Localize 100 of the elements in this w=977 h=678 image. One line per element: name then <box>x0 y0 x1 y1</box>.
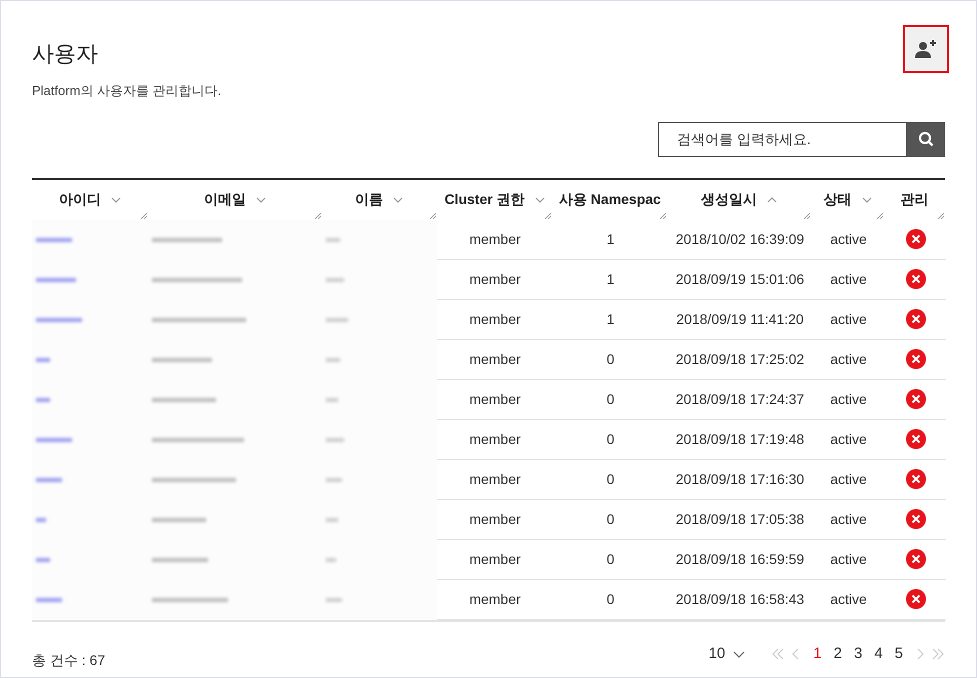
page-number[interactable]: 1 <box>811 642 824 666</box>
resize-handle-icon[interactable] <box>660 212 666 218</box>
namespace-count-cell-text: 1 <box>606 310 614 328</box>
status-cell-text: active <box>830 270 867 288</box>
namespace-count-cell-text: 0 <box>606 430 614 448</box>
page-description: Platform의 사용자를 관리합니다. <box>32 82 222 100</box>
role-cell-text: member <box>469 550 521 568</box>
column-header[interactable]: 생성일시 <box>701 189 758 210</box>
sort-down-icon[interactable] <box>110 196 121 202</box>
page-number[interactable]: 3 <box>852 642 864 666</box>
column-header[interactable]: 이메일 <box>204 189 246 210</box>
created-date-cell-text: 2018/09/19 11:41:20 <box>676 310 804 328</box>
role-cell-text: member <box>469 230 521 248</box>
blurred-id-link[interactable] <box>36 438 72 442</box>
resize-handle-icon[interactable] <box>140 212 147 218</box>
role-cell-text: member <box>469 430 521 448</box>
column-header[interactable]: 관리 <box>900 189 929 210</box>
add-user-icon <box>914 39 938 59</box>
blurred-email <box>152 558 208 562</box>
role-cell-text: member <box>469 390 521 408</box>
created-date-cell-text: 2018/09/18 17:05:38 <box>676 510 804 528</box>
status-cell-text: active <box>830 550 867 568</box>
resize-handle-icon[interactable] <box>938 212 944 218</box>
namespace-count-cell-text: 0 <box>606 590 614 608</box>
search-icon <box>918 131 934 147</box>
resize-handle-icon[interactable] <box>877 212 884 218</box>
namespace-count-cell-text: 1 <box>606 270 614 288</box>
resize-handle-icon[interactable] <box>545 212 552 218</box>
blurred-email <box>152 518 206 522</box>
namespace-count-cell-text: 0 <box>606 390 614 408</box>
namespace-count-cell-text: 0 <box>606 350 614 368</box>
page-size-select[interactable]: 10 <box>708 642 746 666</box>
status-cell-text: active <box>830 510 867 528</box>
chevron-icon <box>931 647 945 661</box>
column-header[interactable]: 상태 <box>824 189 852 210</box>
chevron-icon <box>771 647 786 661</box>
delete-icon[interactable] <box>906 269 926 289</box>
add-user-button[interactable] <box>903 25 949 73</box>
status-cell-text: active <box>830 430 867 448</box>
search-field[interactable]: 검색어를 입력하세요. <box>658 122 907 156</box>
sort-down-icon[interactable] <box>256 196 266 202</box>
blurred-id-link[interactable] <box>36 598 62 602</box>
sort-down-icon[interactable] <box>862 196 872 202</box>
blurred-id-link[interactable] <box>36 278 76 282</box>
resize-handle-icon[interactable] <box>430 212 436 218</box>
column-header[interactable]: 아이디 <box>58 189 101 210</box>
resize-handle-icon[interactable] <box>314 212 321 218</box>
created-date-cell-text: 2018/09/18 16:59:59 <box>676 550 804 568</box>
blurred-id-link[interactable] <box>36 558 50 562</box>
namespace-count-cell-text: 0 <box>606 470 614 488</box>
blurred-id-link[interactable] <box>36 318 82 322</box>
created-date-cell-text: 2018/09/18 17:19:48 <box>676 430 804 448</box>
delete-icon[interactable] <box>906 429 926 449</box>
created-date-cell-text: 2018/09/18 16:58:43 <box>676 590 804 608</box>
page-number[interactable]: 4 <box>872 642 885 666</box>
search-button[interactable] <box>907 122 945 156</box>
namespace-count-cell-text: 0 <box>606 550 614 568</box>
delete-icon[interactable] <box>906 349 926 369</box>
delete-icon[interactable] <box>906 589 926 609</box>
delete-icon[interactable] <box>906 469 926 489</box>
blurred-id-link[interactable] <box>36 478 62 482</box>
column-header[interactable]: Cluster 권한 <box>444 189 525 210</box>
sort-up-icon[interactable] <box>767 196 778 202</box>
role-cell-text: member <box>469 510 521 528</box>
blurred-id-link[interactable] <box>36 358 50 362</box>
column-header[interactable]: 이름 <box>355 189 384 210</box>
namespace-count-cell-text: 1 <box>606 230 614 248</box>
role-cell-text: member <box>469 590 521 608</box>
delete-icon[interactable] <box>906 229 926 249</box>
role-cell-text: member <box>469 270 521 288</box>
created-date-cell-text: 2018/10/02 16:39:09 <box>676 230 804 248</box>
sort-down-icon[interactable] <box>393 196 404 202</box>
delete-icon[interactable] <box>906 549 926 569</box>
role-cell-text: member <box>469 310 521 328</box>
created-date-cell-text: 2018/09/19 15:01:06 <box>676 270 804 288</box>
status-cell-text: active <box>830 390 867 408</box>
page-number[interactable]: 2 <box>832 642 844 666</box>
page-number[interactable]: 5 <box>892 642 905 666</box>
blurred-email <box>152 358 212 362</box>
blurred-id-link[interactable] <box>36 518 46 522</box>
role-cell-text: member <box>469 350 521 368</box>
delete-icon[interactable] <box>906 389 926 409</box>
status-cell-text: active <box>830 590 867 608</box>
status-cell-text: active <box>830 470 867 488</box>
blurred-id-link[interactable] <box>36 238 72 242</box>
namespace-count-cell-text: 0 <box>606 510 614 528</box>
status-cell-text: active <box>830 230 867 248</box>
page-title: 사용자 <box>32 40 98 68</box>
sort-down-icon[interactable] <box>534 196 545 202</box>
caret-icon <box>733 650 746 658</box>
created-date-cell-text: 2018/09/18 17:16:30 <box>676 470 804 488</box>
delete-icon[interactable] <box>906 309 926 329</box>
blurred-email <box>152 238 222 242</box>
role-cell-text: member <box>469 470 521 488</box>
total-count: 총 건수 : 67 <box>32 650 106 670</box>
column-header[interactable]: 사용 Namespac <box>558 189 661 210</box>
resize-handle-icon[interactable] <box>804 212 810 218</box>
delete-icon[interactable] <box>906 509 926 529</box>
blurred-id-link[interactable] <box>36 398 50 402</box>
blurred-email <box>152 398 216 402</box>
